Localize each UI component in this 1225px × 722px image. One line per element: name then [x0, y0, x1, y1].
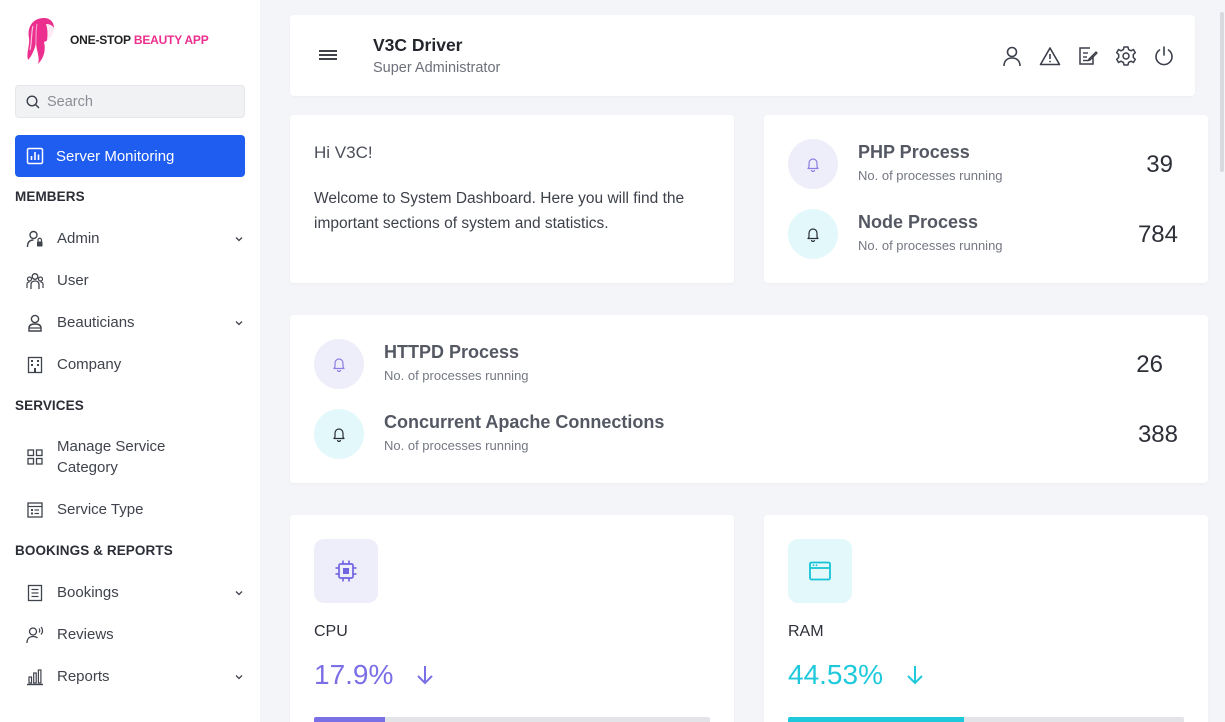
- brand-name-part2: BEAUTY APP: [133, 33, 209, 47]
- logo-woman-icon: [27, 18, 56, 64]
- arrow-down-icon: [905, 664, 925, 686]
- power-icon[interactable]: [1153, 45, 1175, 67]
- process-row-apache: Concurrent Apache Connections No. of pro…: [314, 409, 1178, 459]
- stat-name: RAM: [788, 623, 824, 640]
- brand-name: ONE-STOP BEAUTY APP: [70, 33, 209, 47]
- process-desc: No. of processes running: [384, 368, 529, 383]
- search-icon: [26, 94, 40, 108]
- sidebar-item-manage-service-category[interactable]: Manage Service Category: [26, 436, 246, 478]
- arrow-down-icon: [415, 664, 435, 686]
- process-row-node: Node Process No. of processes running 78…: [788, 209, 1178, 259]
- grid-icon: [26, 448, 44, 466]
- sidebar-item-label: Reviews: [57, 626, 114, 643]
- cpu-progress-fill: [314, 717, 385, 722]
- hamburger-menu-icon[interactable]: [318, 48, 338, 62]
- bell-icon: [314, 339, 364, 389]
- sidebar-item-reports[interactable]: Reports: [26, 666, 246, 687]
- bell-icon: [788, 209, 838, 259]
- sidebar-item-label: Reports: [57, 668, 110, 685]
- sidebar-item-company[interactable]: Company: [26, 354, 246, 375]
- sidebar-item-label: Beauticians: [57, 314, 135, 331]
- cpu-card: CPU 17.9%: [290, 515, 734, 722]
- sidebar-item-label: Manage Service Category: [57, 438, 166, 476]
- process-desc: No. of processes running: [384, 438, 529, 453]
- process-name: Concurrent Apache Connections: [384, 412, 665, 432]
- reports-chart-icon: [26, 668, 44, 686]
- process-card-php-node: PHP Process No. of processes running 39 …: [764, 115, 1208, 283]
- chevron-down-icon[interactable]: [234, 319, 244, 327]
- page-title: V3C Driver: [373, 35, 463, 55]
- sidebar-item-server-monitoring[interactable]: Server Monitoring: [15, 135, 245, 177]
- bell-icon: [788, 139, 838, 189]
- bell-icon: [314, 409, 364, 459]
- profile-icon[interactable]: [1001, 45, 1023, 67]
- sidebar-item-label: Company: [57, 356, 122, 373]
- sidebar-item-beauticians[interactable]: Beauticians: [26, 312, 246, 333]
- sidebar-item-service-type[interactable]: Service Type: [26, 499, 246, 520]
- ram-window-icon: [788, 539, 852, 603]
- sidebar-item-label: Service Type: [57, 501, 144, 518]
- process-name: Node Process: [858, 212, 979, 232]
- process-desc: No. of processes running: [858, 238, 1003, 253]
- settings-icon[interactable]: [1115, 45, 1137, 67]
- section-title-bookings-reports: BOOKINGS & REPORTS: [15, 543, 173, 558]
- chevron-down-icon[interactable]: [234, 589, 244, 597]
- section-title-members: MEMBERS: [15, 189, 85, 204]
- document-icon: [26, 584, 44, 602]
- stat-name: CPU: [314, 623, 348, 640]
- welcome-greeting: Hi V3C!: [314, 143, 373, 162]
- review-icon: [26, 626, 44, 644]
- sidebar-item-admin[interactable]: Admin: [26, 228, 246, 249]
- stat-value: 44.53%: [788, 659, 925, 691]
- process-name: HTTPD Process: [384, 342, 520, 362]
- process-desc: No. of processes running: [858, 168, 1003, 183]
- sidebar-item-label: Server Monitoring: [56, 147, 175, 165]
- process-count: 784: [1137, 221, 1178, 248]
- sidebar-item-bookings[interactable]: Bookings: [26, 582, 246, 603]
- admin-user-icon: [26, 230, 44, 248]
- process-name: PHP Process: [858, 142, 970, 162]
- sidebar-item-label: Admin: [57, 230, 100, 247]
- ram-progress-fill: [788, 717, 965, 722]
- ram-card: RAM 44.53%: [764, 515, 1208, 722]
- sidebar-item-user[interactable]: User: [26, 270, 246, 291]
- users-group-icon: [26, 272, 44, 290]
- stat-value-text: 44.53%: [788, 659, 883, 690]
- service-type-icon: [26, 501, 44, 519]
- building-icon: [26, 356, 44, 374]
- welcome-card: Hi V3C! Welcome to System Dashboard. Her…: [290, 115, 734, 283]
- process-card-httpd-apache: HTTPD Process No. of processes running 2…: [290, 315, 1208, 483]
- process-count: 388: [1137, 421, 1178, 448]
- brand-logo[interactable]: ONE-STOP BEAUTY APP: [24, 14, 209, 66]
- chevron-down-icon[interactable]: [234, 673, 244, 681]
- stat-value-text: 17.9%: [314, 659, 394, 690]
- top-header: V3C Driver Super Administrator: [290, 15, 1195, 96]
- sidebar-item-reviews[interactable]: Reviews: [26, 624, 246, 645]
- process-count: 26: [1136, 351, 1163, 378]
- chevron-down-icon[interactable]: [234, 235, 244, 243]
- cpu-progress-bar: [314, 717, 710, 722]
- beautician-icon: [26, 314, 44, 332]
- process-row-php: PHP Process No. of processes running 39: [788, 139, 1178, 189]
- section-title-services: SERVICES: [15, 398, 84, 413]
- stat-value: 17.9%: [314, 659, 435, 691]
- bar-chart-icon: [26, 147, 44, 165]
- user-role: Super Administrator: [373, 60, 501, 76]
- ram-progress-bar: [788, 717, 1184, 722]
- process-count: 39: [1146, 151, 1173, 178]
- header-actions: [1001, 45, 1175, 67]
- edit-icon[interactable]: [1077, 45, 1099, 67]
- search-input[interactable]: Search: [15, 85, 245, 118]
- cpu-icon: [314, 539, 378, 603]
- search-placeholder: Search: [47, 93, 93, 110]
- brand-name-part1: ONE-STOP: [70, 33, 131, 47]
- sidebar-item-label: Bookings: [57, 584, 119, 601]
- welcome-text: Welcome to System Dashboard. Here you wi…: [314, 190, 685, 232]
- process-row-httpd: HTTPD Process No. of processes running 2…: [314, 339, 1178, 389]
- sidebar: ONE-STOP BEAUTY APP Search Server Monitor…: [0, 0, 260, 722]
- scrollbar-thumb[interactable]: [1220, 12, 1224, 172]
- sidebar-item-label: User: [57, 272, 89, 289]
- alert-icon[interactable]: [1039, 45, 1061, 67]
- page-scrollbar[interactable]: [1219, 0, 1225, 722]
